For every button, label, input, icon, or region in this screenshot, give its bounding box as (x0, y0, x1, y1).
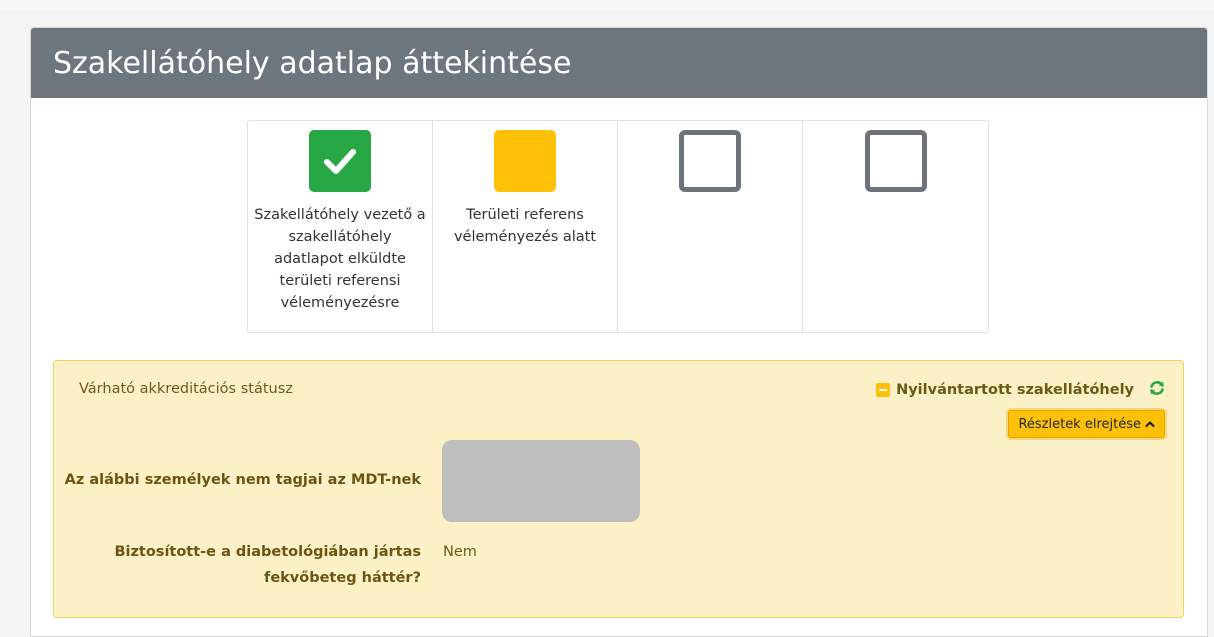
step-1-text: Szakellátóhely vezető a szakellátóhely a… (254, 207, 426, 311)
card-header: Szakellátóhely adatlap áttekintése (31, 28, 1207, 98)
step-3 (618, 121, 803, 332)
step-2: Területi referens véleményezés alatt (433, 121, 618, 332)
status-label: Várható akkreditációs státusz (79, 381, 293, 397)
status-indicator: Nyilvántartott szakellátóhely (876, 379, 1166, 401)
step-2-text: Területi referens véleményezés alatt (453, 207, 597, 245)
accreditation-status-panel: Várható akkreditációs státusz Nyilvántar… (53, 360, 1184, 618)
empty-square-icon (679, 130, 741, 192)
chevron-up-icon (1145, 421, 1155, 428)
page-top-strip (0, 0, 1214, 10)
minus-badge-icon (876, 383, 891, 397)
page-title: Szakellátóhely adatlap áttekintése (53, 45, 572, 81)
mdt-label: Az alábbi személyek nem tagjai az MDT-ne… (64, 472, 421, 488)
redacted-value (442, 440, 640, 522)
diabetology-label: Biztosított-e a diabetológiában jártas f… (114, 544, 421, 586)
hide-details-button[interactable]: Részletek elrejtése (1008, 410, 1165, 438)
refresh-icon[interactable] (1148, 379, 1166, 401)
progress-steps: Szakellátóhely vezető a szakellátóhely a… (247, 120, 989, 333)
status-value: Nyilvántartott szakellátóhely (896, 382, 1134, 398)
hide-details-label: Részletek elrejtése (1018, 416, 1141, 432)
empty-square-icon (864, 130, 927, 192)
step-4 (803, 121, 988, 332)
detail-row-diabetology: Biztosított-e a diabetológiában jártas f… (54, 539, 477, 591)
check-icon (309, 130, 371, 192)
overview-card: Szakellátóhely adatlap áttekintése Szake… (30, 27, 1208, 637)
step-1: Szakellátóhely vezető a szakellátóhely a… (248, 121, 433, 332)
detail-row-mdt: Az alábbi személyek nem tagjai az MDT-ne… (54, 440, 640, 522)
diabetology-value: Nem (443, 544, 477, 560)
pending-square-icon (494, 130, 556, 192)
